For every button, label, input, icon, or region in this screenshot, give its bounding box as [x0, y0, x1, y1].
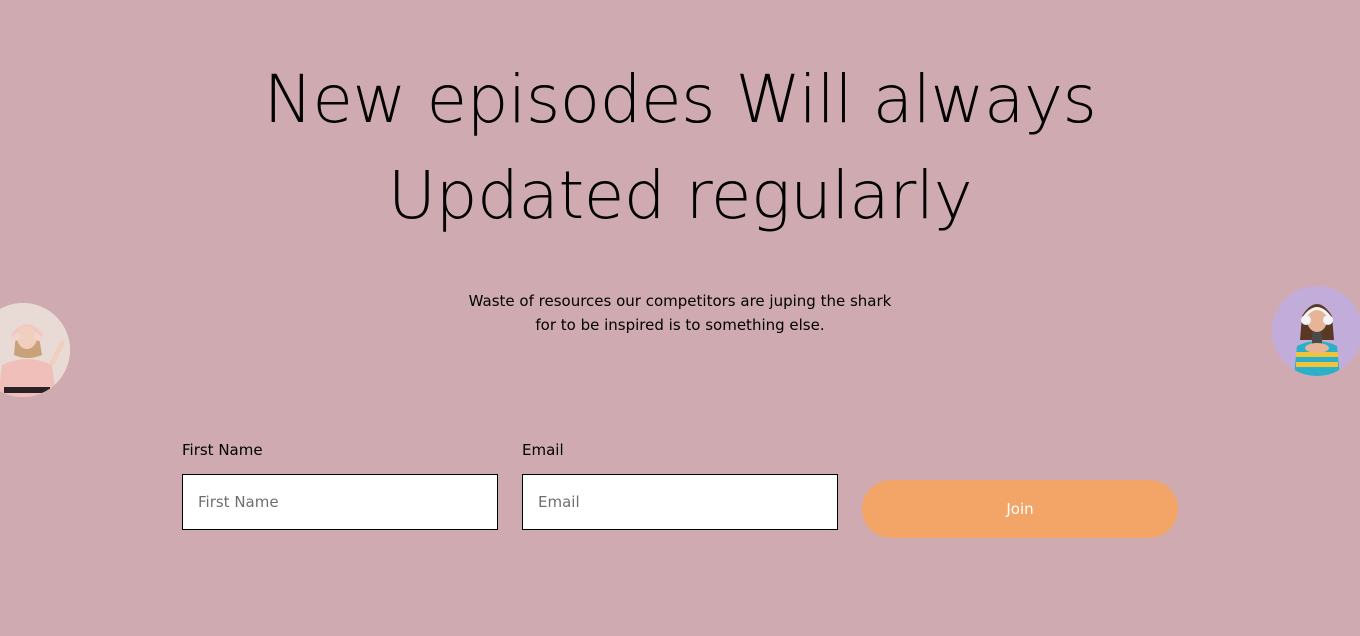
headline-line-1: New episodes Will always: [263, 61, 1097, 138]
join-button[interactable]: Join: [862, 480, 1178, 538]
first-name-label: First Name: [182, 441, 263, 459]
avatar-listener-left: [0, 303, 70, 397]
first-name-input[interactable]: [182, 474, 498, 530]
page-headline: New episodes Will always Updated regular…: [0, 52, 1360, 244]
email-input[interactable]: [522, 474, 838, 530]
hero-subtext: Waste of resources our competitors are j…: [468, 292, 892, 334]
avatar-listener-right: [1272, 286, 1360, 376]
email-label: Email: [522, 441, 564, 459]
headline-line-2: Updated regularly: [387, 157, 973, 234]
